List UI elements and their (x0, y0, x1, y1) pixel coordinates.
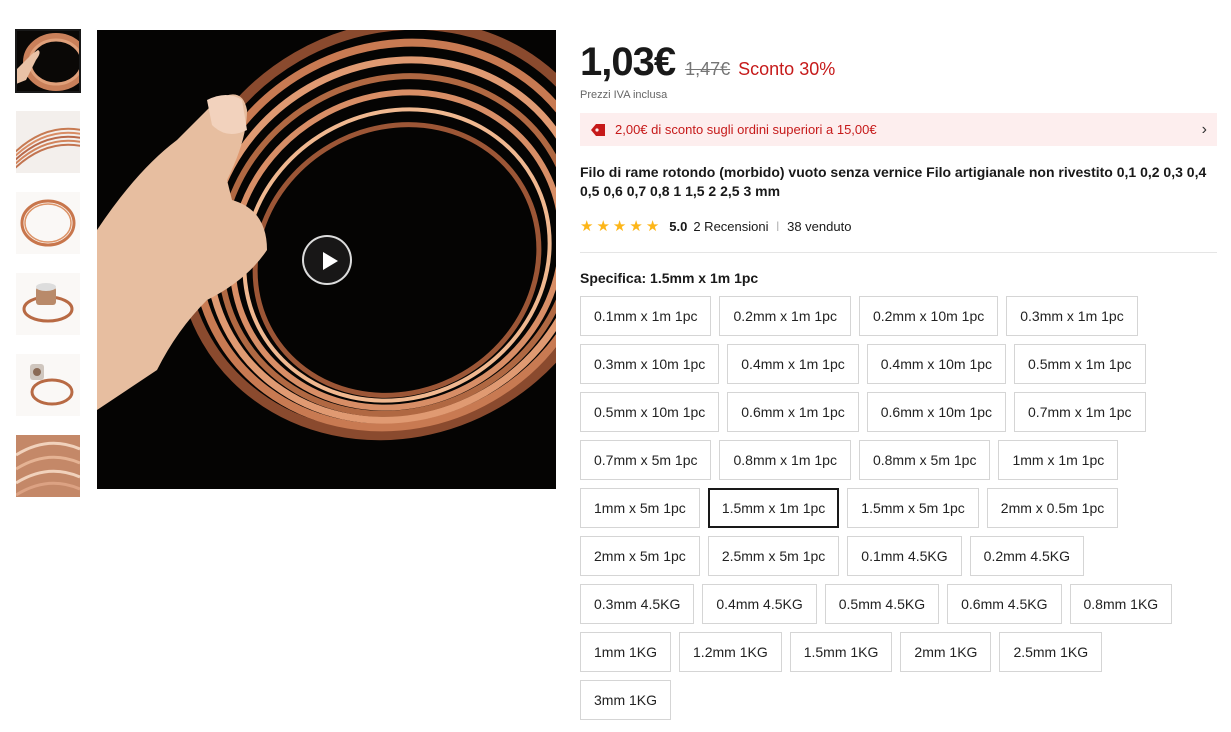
spec-option[interactable]: 0.4mm x 10m 1pc (866, 344, 1007, 384)
reviews-link[interactable]: 2 Recensioni (693, 219, 768, 234)
vat-note: Prezzi IVA inclusa (580, 89, 668, 101)
copper-wire-spool-side-image (16, 354, 80, 416)
spec-option[interactable]: 3mm 1KG (580, 680, 672, 720)
main-product-image[interactable] (97, 30, 556, 489)
star-icon: ★ (612, 217, 627, 235)
spec-option[interactable]: 2mm x 0.5m 1pc (986, 488, 1119, 528)
thumbnail-list (15, 29, 82, 516)
spec-option[interactable]: 0.5mm 4.5KG (824, 584, 940, 624)
thumbnail-3[interactable] (16, 192, 80, 254)
spec-option[interactable]: 0.2mm x 10m 1pc (858, 296, 999, 336)
spec-option[interactable]: 0.4mm 4.5KG (702, 584, 817, 624)
sold-count: 38 venduto (787, 218, 852, 234)
product-title: Filo di rame rotondo (morbido) vuoto sen… (580, 164, 1207, 199)
spec-option[interactable]: 0.8mm x 1m 1pc (719, 440, 851, 480)
rating-score: 5.0 (669, 218, 688, 234)
star-icon: ★ (629, 217, 643, 235)
spec-options: 0.1mm x 1m 1pc 0.2mm x 1m 1pc 0.2mm x 10m … (580, 296, 1200, 728)
spec-option[interactable]: 1mm x 1m 1pc (998, 440, 1119, 480)
thumbnail-1[interactable] (15, 29, 81, 93)
spec-option[interactable]: 0.6mm x 1m 1pc (727, 392, 859, 432)
chevron-right-icon: › (1201, 120, 1207, 138)
spec-option[interactable]: 0.6mm x 10m 1pc (866, 392, 1007, 432)
spec-option[interactable]: 2.5mm x 5m 1pc (707, 536, 840, 576)
coupon-banner[interactable]: 2,00€ di sconto sugli ordini superiori a… (580, 113, 1217, 146)
spec-option[interactable]: 0.2mm 4.5KG (969, 536, 1085, 576)
spec-option[interactable]: 0.5mm x 1m 1pc (1014, 344, 1146, 384)
copper-wire-strands-image (16, 435, 80, 497)
spec-option[interactable]: 0.3mm 4.5KG (580, 584, 695, 624)
original-price: 1,47€ (685, 59, 731, 79)
spec-option[interactable]: 0.3mm x 1m 1pc (1006, 296, 1138, 336)
thumbnail-6[interactable] (16, 435, 80, 497)
play-video-button[interactable] (302, 235, 352, 285)
spec-option[interactable]: 0.7mm x 5m 1pc (580, 440, 712, 480)
price-row: 1,03€ 1,47€ Sconto 30% (580, 40, 1217, 86)
thumbnail-4[interactable] (16, 273, 80, 335)
spec-option[interactable]: 0.4mm x 1m 1pc (727, 344, 859, 384)
thumbnail-5[interactable] (16, 354, 80, 416)
current-price: 1,03€ (580, 40, 676, 84)
spec-option[interactable]: 0.2mm x 1m 1pc (719, 296, 851, 336)
discount-label: Sconto 30% (738, 59, 836, 79)
spec-option[interactable]: 1.2mm 1KG (679, 632, 782, 672)
star-icon: ★ (645, 217, 660, 235)
spec-option[interactable]: 0.1mm x 1m 1pc (580, 296, 712, 336)
copper-wire-spool-image (16, 273, 80, 335)
coupon-text: 2,00€ di sconto sugli ordini superiori a… (615, 122, 877, 137)
star-rating: ★ ★ ★ ★ ★ (580, 219, 659, 234)
spec-option[interactable]: 1.5mm x 1m 1pc (707, 488, 840, 528)
product-info: 1,03€ 1,47€ Sconto 30% Prezzi IVA inclus… (580, 40, 1217, 728)
copper-wire-hand-image (16, 30, 80, 92)
spec-option[interactable]: 2mm 1KG (900, 632, 992, 672)
spec-option[interactable]: 0.6mm 4.5KG (947, 584, 1062, 624)
spec-option[interactable]: 0.7mm x 1m 1pc (1014, 392, 1146, 432)
tag-icon (591, 123, 605, 136)
spec-option[interactable]: 2mm x 5m 1pc (580, 536, 700, 576)
spec-option[interactable]: 0.5mm x 10m 1pc (580, 392, 720, 432)
spec-option[interactable]: 0.3mm x 10m 1pc (580, 344, 720, 384)
copper-wire-closeup-image (16, 111, 80, 173)
spec-option[interactable]: 0.8mm 1KG (1069, 584, 1173, 624)
play-icon (323, 252, 338, 270)
spec-option[interactable]: 1mm x 5m 1pc (580, 488, 700, 528)
rating-row: ★ ★ ★ ★ ★ 5.0 2 Recensioni | 38 venduto (580, 217, 1217, 235)
spec-option[interactable]: 1mm 1KG (580, 632, 672, 672)
spec-label: Specifica: 1.5mm x 1m 1pc (580, 270, 759, 286)
divider (580, 252, 1217, 253)
separator: | (776, 220, 780, 232)
spec-option[interactable]: 2.5mm 1KG (999, 632, 1103, 672)
spec-option[interactable]: 0.1mm 4.5KG (847, 536, 962, 576)
star-icon: ★ (596, 217, 610, 235)
spec-option[interactable]: 1.5mm 1KG (789, 632, 893, 672)
spec-option[interactable]: 1.5mm x 5m 1pc (847, 488, 979, 528)
star-icon: ★ (580, 217, 594, 235)
copper-wire-coil-image (16, 192, 80, 254)
spec-option[interactable]: 0.8mm x 5m 1pc (858, 440, 991, 480)
thumbnail-2[interactable] (16, 111, 80, 173)
